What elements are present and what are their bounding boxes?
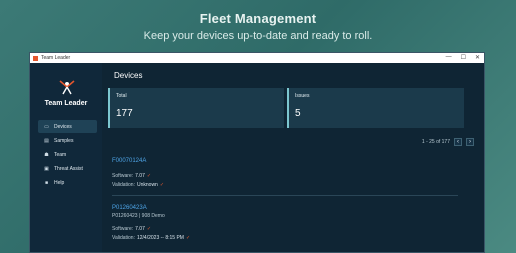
divider	[112, 195, 458, 196]
validation-line: Validation: 12/4/2023 -- 8:15 PM ✓	[112, 235, 458, 241]
main-content: Devices Total 177 Issues 5 1 - 25 of 177…	[102, 63, 484, 252]
device-description: P01260423 | 908 Demo	[112, 213, 165, 219]
software-label: Software:	[112, 226, 134, 232]
sidebar-item-threat-assist[interactable]: ▣ Threat Assist	[38, 162, 97, 175]
help-icon: ■	[44, 179, 49, 186]
pagination: 1 - 25 of 177 ‹ ›	[422, 138, 474, 146]
minimize-button[interactable]: —	[446, 54, 452, 61]
software-line: Software: 7.07 ✓	[112, 173, 458, 179]
window-titlebar[interactable]: Team Leader — ☐ ✕	[30, 53, 484, 63]
page-title: Devices	[114, 71, 143, 80]
check-icon: ✓	[146, 173, 152, 179]
hero-title: Fleet Management	[199, 11, 317, 26]
software-label: Software:	[112, 173, 134, 179]
validation-line: Validation: Unknown ✓	[112, 182, 458, 188]
issues-label: Issues	[295, 93, 310, 99]
team-leader-logo-icon	[59, 80, 75, 95]
sidebar-item-label: Help	[54, 179, 65, 186]
app-window: Team Leader — ☐ ✕ Team Leader ▭ Devices …	[29, 52, 485, 253]
device-item[interactable]: P01260423A P01260423 | 908 Demo Software…	[112, 205, 458, 241]
window-title: Team Leader	[41, 55, 71, 61]
close-button[interactable]: ✕	[475, 54, 480, 61]
sidebar-item-devices[interactable]: ▭ Devices	[38, 120, 97, 133]
sidebar-item-label: Team	[54, 151, 67, 158]
prev-page-button[interactable]: ‹	[454, 138, 462, 146]
sidebar-item-help[interactable]: ■ Help	[38, 176, 97, 189]
validation-value: Unknown	[136, 182, 158, 188]
team-icon: ☗	[44, 151, 49, 158]
next-page-button[interactable]: ›	[466, 138, 474, 146]
device-id-link[interactable]: P01260423A	[112, 205, 458, 211]
app-icon	[33, 55, 38, 61]
validation-label: Validation:	[112, 235, 135, 241]
device-icon: ▭	[44, 123, 49, 130]
software-version: 7.07	[135, 173, 145, 179]
pagination-range: 1 - 25 of 177	[421, 139, 450, 145]
software-line: Software: 7.07 ✓	[112, 226, 458, 232]
sidebar-item-label: Devices	[54, 123, 72, 130]
device-item[interactable]: F00070124A Software: 7.07 ✓ Validation: …	[112, 158, 458, 188]
validation-label: Validation:	[112, 182, 135, 188]
samples-icon: ▤	[44, 137, 49, 144]
hero-subtitle: Keep your devices up-to-date and ready t…	[143, 30, 373, 42]
threat-assist-icon: ▣	[44, 165, 49, 172]
check-icon: ✓	[146, 226, 152, 232]
sidebar-nav: ▭ Devices ▤ Samples ☗ Team ▣ Threat Assi…	[38, 120, 97, 190]
validation-value: 12/4/2023 -- 8:15 PM	[136, 235, 184, 241]
total-card: Total 177	[108, 88, 284, 128]
software-version: 7.07	[135, 226, 145, 232]
maximize-button[interactable]: ☐	[461, 54, 466, 61]
sidebar-item-team[interactable]: ☗ Team	[38, 148, 97, 161]
issues-card[interactable]: Issues 5	[287, 88, 464, 128]
brand-name: Team Leader	[44, 100, 88, 107]
window-controls: — ☐ ✕	[446, 54, 480, 61]
check-icon: ✓	[185, 235, 191, 241]
sidebar-item-label: Samples	[54, 137, 74, 144]
check-icon: ✓	[159, 182, 165, 188]
sidebar: Team Leader ▭ Devices ▤ Samples ☗ Team ▣…	[30, 63, 102, 252]
issues-value: 5	[295, 108, 301, 119]
total-label: Total	[116, 93, 127, 99]
sidebar-item-label: Threat Assist	[54, 165, 83, 172]
total-value: 177	[116, 108, 133, 119]
device-id-link[interactable]: F00070124A	[112, 158, 458, 164]
sidebar-item-samples[interactable]: ▤ Samples	[38, 134, 97, 147]
